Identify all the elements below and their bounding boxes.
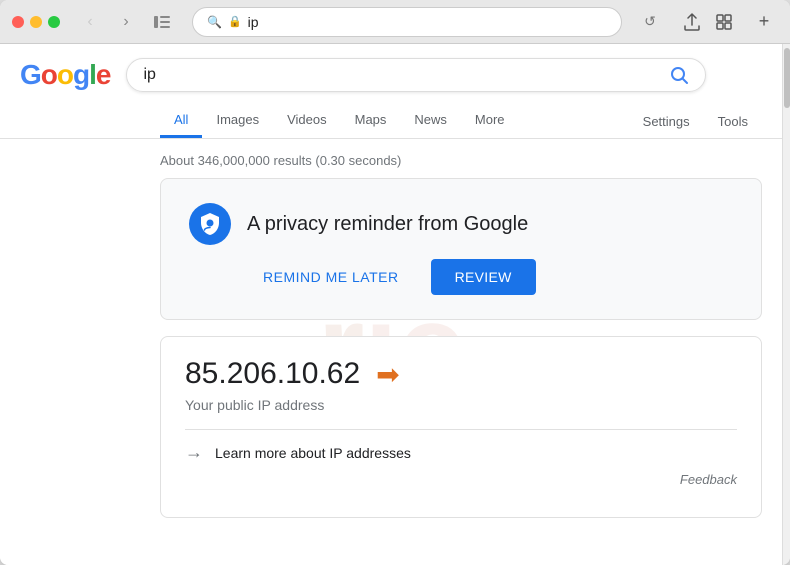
forward-button[interactable]: › [112, 8, 140, 36]
logo-e: e [96, 59, 111, 90]
tab-videos[interactable]: Videos [273, 104, 341, 138]
tab-settings[interactable]: Settings [629, 106, 704, 137]
logo-g2: g [73, 59, 89, 90]
new-tab-button[interactable]: + [750, 8, 778, 36]
learn-more-row[interactable]: → Learn more about IP addresses [185, 442, 737, 463]
tab-news[interactable]: News [400, 104, 461, 138]
minimize-button[interactable] [30, 16, 42, 28]
privacy-title: A privacy reminder from Google [247, 213, 528, 236]
tab-all[interactable]: All [160, 104, 202, 138]
close-button[interactable] [12, 16, 24, 28]
privacy-actions: REMIND ME LATER REVIEW [189, 259, 536, 295]
privacy-card-header: A privacy reminder from Google [189, 203, 528, 245]
google-logo: Google [20, 59, 110, 91]
scrollbar-track [782, 44, 790, 565]
scrollbar-thumb[interactable] [784, 48, 790, 108]
tab-more[interactable]: More [461, 104, 519, 138]
ip-address-row: 85.206.10.62 ➡ [185, 357, 737, 391]
tab-images[interactable]: Images [202, 104, 273, 138]
reload-button[interactable]: ↺ [638, 10, 662, 34]
privacy-card: A privacy reminder from Google REMIND ME… [160, 178, 762, 320]
ip-address: 85.206.10.62 [185, 357, 360, 391]
ip-divider [185, 429, 737, 430]
page-content: Google All Image [0, 44, 782, 565]
search-input[interactable] [143, 66, 661, 84]
toolbar-actions [678, 8, 738, 36]
logo-l: l [89, 59, 96, 90]
search-submit-button[interactable] [669, 65, 689, 85]
remind-later-button[interactable]: REMIND ME LATER [247, 261, 415, 293]
traffic-lights [12, 16, 60, 28]
logo-o2: o [57, 59, 73, 90]
feedback-row: Feedback [185, 463, 737, 497]
shield-icon [189, 203, 231, 245]
results-wrapper: ric About 346,000,000 results (0.30 seco… [0, 139, 782, 554]
ip-card: 85.206.10.62 ➡ Your public IP address → … [160, 336, 762, 518]
learn-more-text: Learn more about IP addresses [215, 445, 411, 461]
ip-label: Your public IP address [185, 397, 737, 413]
feedback-link[interactable]: Feedback [680, 472, 737, 487]
logo-o1: o [41, 59, 57, 90]
search-box[interactable] [126, 58, 706, 92]
arrow-forward-icon: → [185, 442, 203, 463]
tab-maps[interactable]: Maps [341, 104, 401, 138]
google-header: Google [0, 44, 782, 92]
results-area: About 346,000,000 results (0.30 seconds) [0, 139, 782, 554]
arrow-right-indicator: ➡ [376, 358, 399, 391]
search-address-icon: 🔍 [207, 15, 222, 29]
review-button[interactable]: REVIEW [431, 259, 536, 295]
back-button[interactable]: ‹ [76, 8, 104, 36]
results-stats: About 346,000,000 results (0.30 seconds) [160, 147, 762, 178]
share-button[interactable] [678, 8, 706, 36]
tab-tools[interactable]: Tools [704, 106, 762, 137]
maximize-button[interactable] [48, 16, 60, 28]
address-bar[interactable]: 🔍 🔒 ip [192, 7, 622, 37]
browser-body: Google All Image [0, 44, 790, 565]
browser-window: ‹ › 🔍 🔒 ip ↺ [0, 0, 790, 565]
lock-icon: 🔒 [228, 15, 242, 28]
sidebar-toggle-button[interactable] [148, 8, 176, 36]
logo-g: G [20, 59, 41, 90]
new-tab-view-button[interactable] [710, 8, 738, 36]
title-bar: ‹ › 🔍 🔒 ip ↺ [0, 0, 790, 44]
google-page: Google All Image [0, 44, 782, 565]
address-text: ip [248, 14, 607, 30]
search-nav-tabs: All Images Videos Maps News More Setting… [0, 96, 782, 139]
